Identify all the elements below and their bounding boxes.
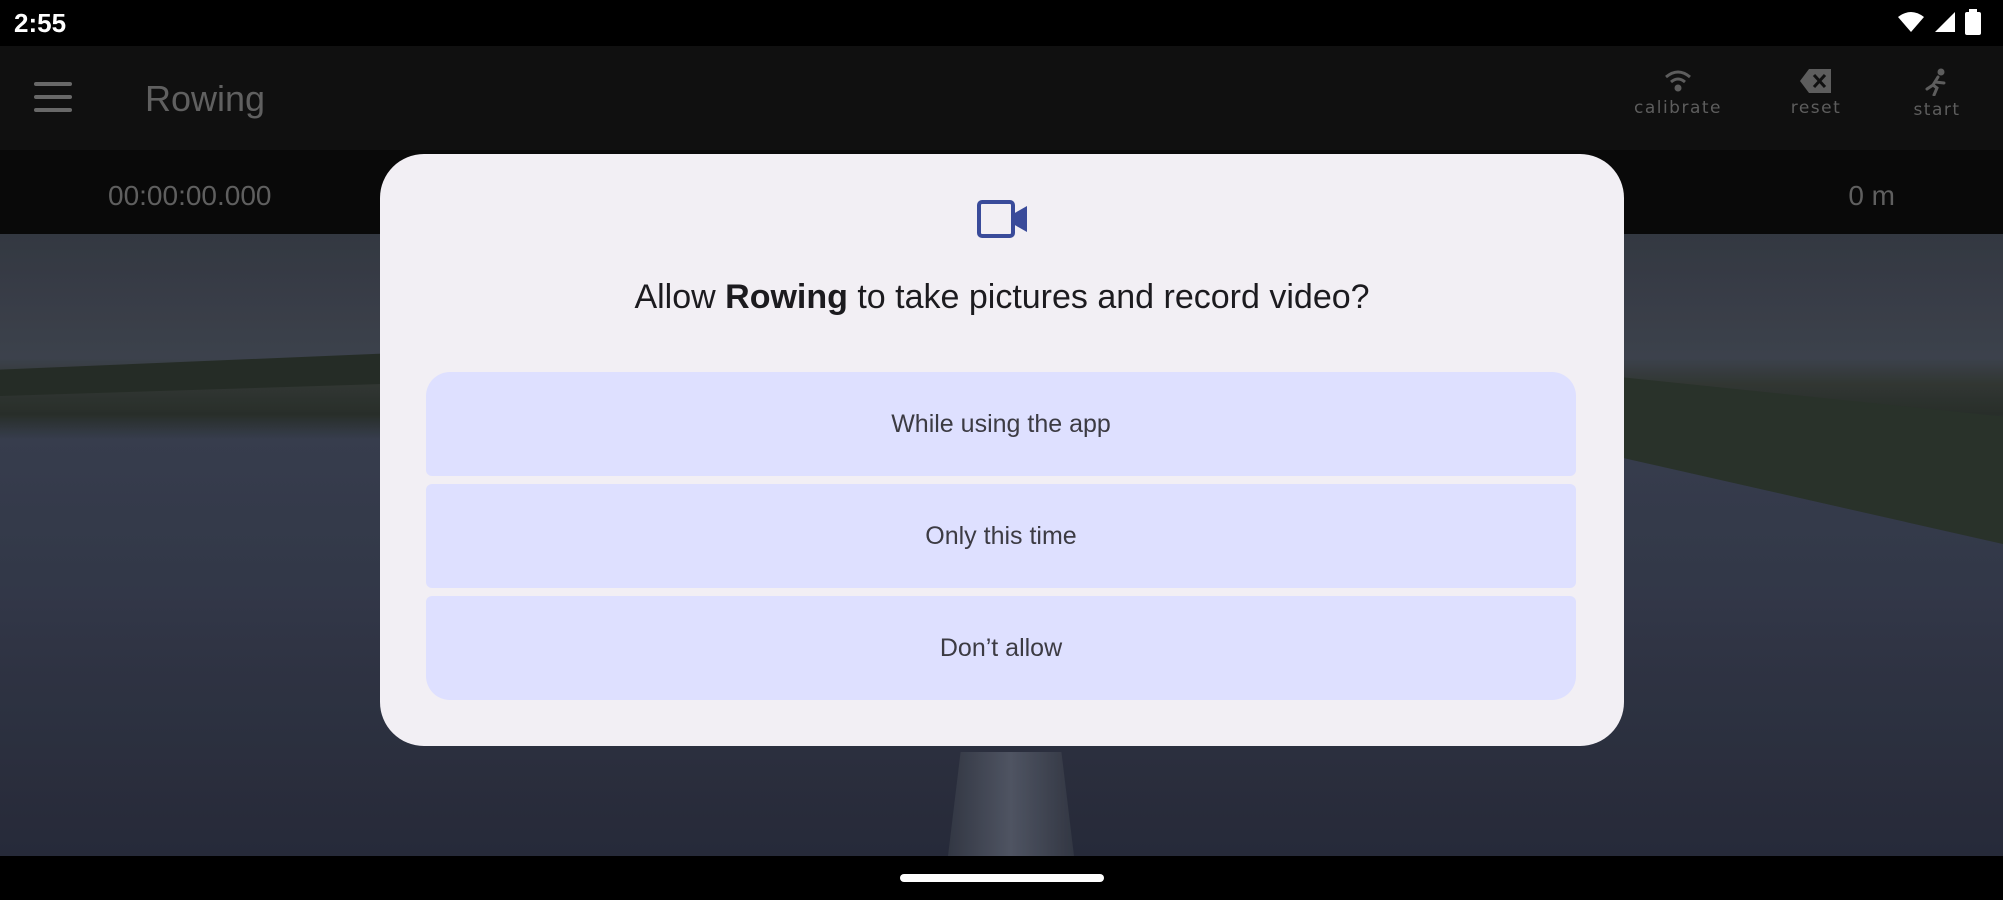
status-bar: 2:55 <box>0 0 2003 46</box>
dialog-title-prefix: Allow <box>634 278 726 316</box>
status-time: 2:55 <box>14 8 67 38</box>
wifi-icon <box>1898 12 1924 32</box>
status-icons <box>1897 9 1981 35</box>
only-this-time-label: Only this time <box>925 521 1077 550</box>
dialog-title: Allow Rowing to take pictures and record… <box>380 278 1624 317</box>
while-using-app-button[interactable]: While using the app <box>426 372 1576 476</box>
videocam-icon <box>977 200 1027 238</box>
battery-icon <box>1965 9 1981 35</box>
dialog-title-suffix: to take pictures and record video? <box>847 278 1370 316</box>
dialog-app-name: Rowing <box>725 278 848 316</box>
only-this-time-button[interactable]: Only this time <box>426 484 1576 588</box>
signal-icon <box>1935 12 1955 32</box>
while-using-app-label: While using the app <box>891 409 1111 438</box>
dont-allow-label: Don’t allow <box>939 633 1063 662</box>
dont-allow-button[interactable]: Don’t allow <box>426 596 1576 700</box>
navigation-bar <box>0 856 2003 900</box>
permission-dialog: Allow Rowing to take pictures and record… <box>380 154 1624 746</box>
home-handle[interactable] <box>900 874 1104 882</box>
